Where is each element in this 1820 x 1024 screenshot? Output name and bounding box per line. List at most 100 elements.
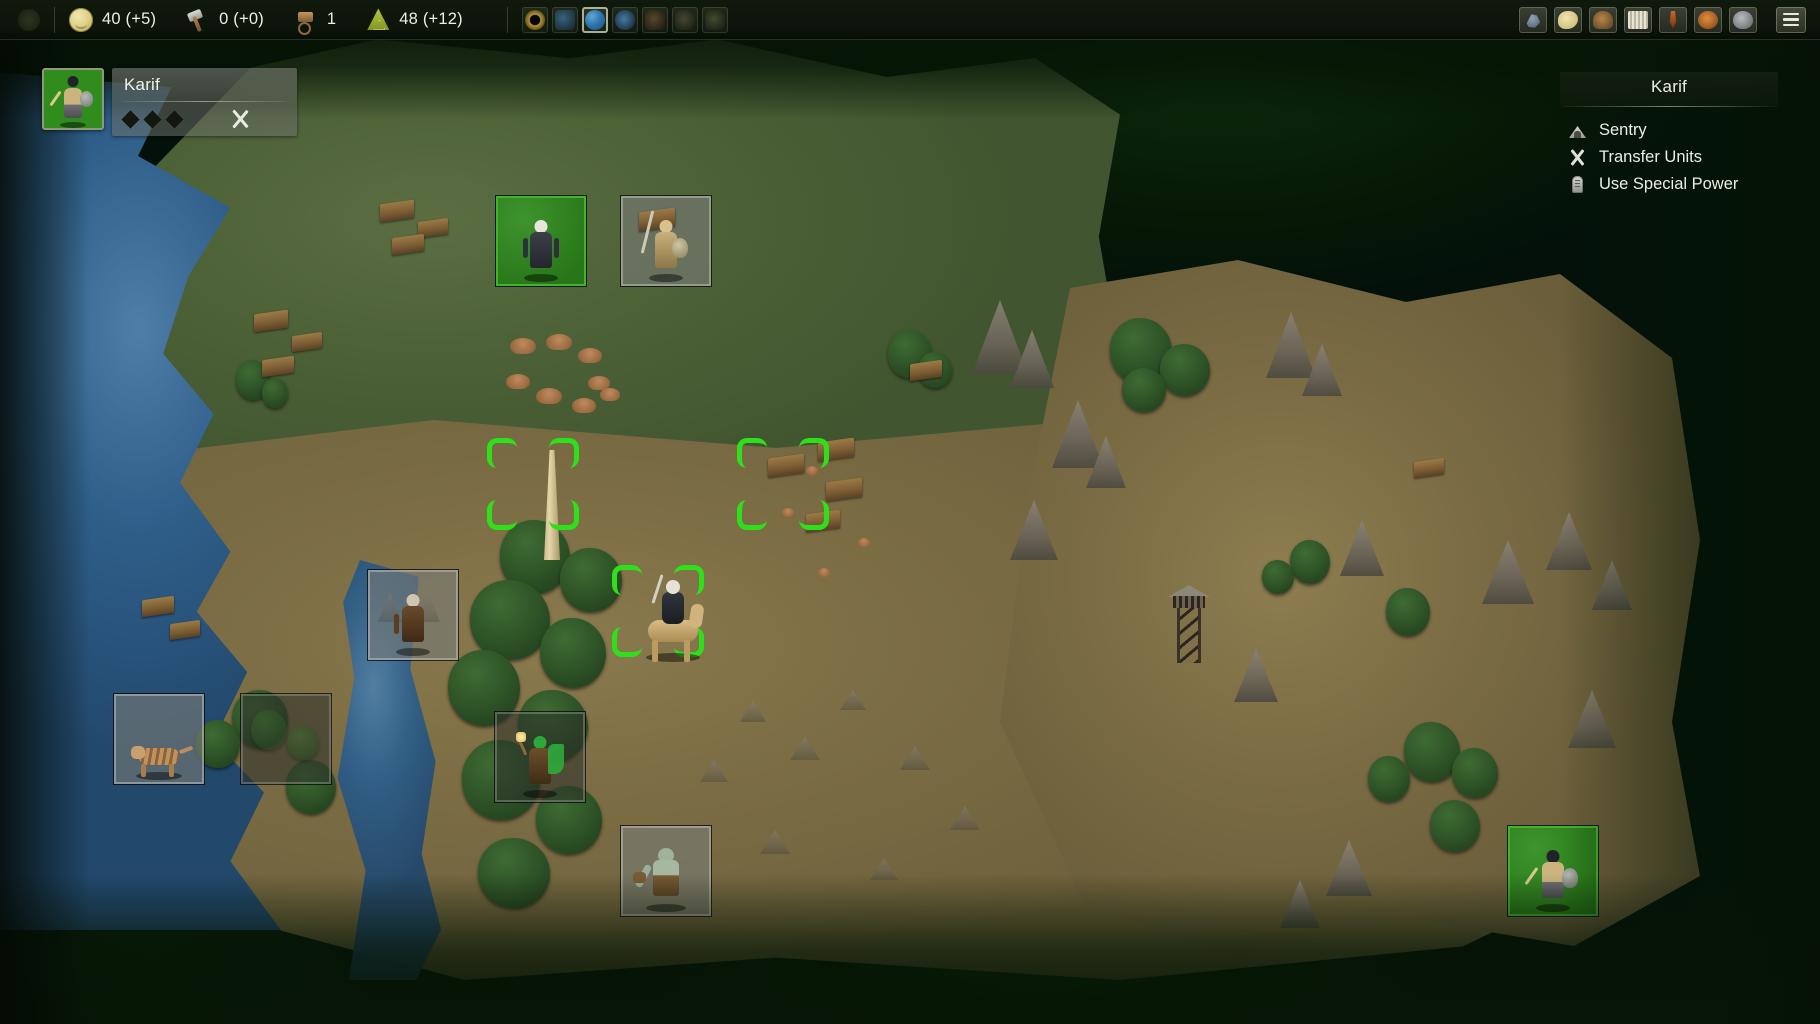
era-banner-icon <box>675 10 695 30</box>
tile-unit-tiger[interactable] <box>114 694 204 784</box>
resource-carts[interactable]: 1 <box>294 8 336 32</box>
tile-unit-spearman[interactable] <box>621 196 711 286</box>
mushroom <box>536 388 562 404</box>
resource-science[interactable]: 48 (+12) <box>366 8 463 32</box>
resource-production[interactable]: 0 (+0) <box>186 8 264 32</box>
sword-icon[interactable] <box>230 110 252 128</box>
unit-pip <box>165 110 183 128</box>
military-icon <box>1663 11 1683 29</box>
cities-button[interactable] <box>1589 7 1617 33</box>
divider <box>122 101 287 102</box>
cart-icon <box>294 8 318 32</box>
era-button-globe[interactable] <box>582 7 608 33</box>
mushroom <box>818 568 830 577</box>
unit-context-menu: Karif Sentry Transfer Units Use Special … <box>1560 72 1778 198</box>
tree <box>262 378 288 408</box>
context-item-sentry[interactable]: Sentry <box>1560 117 1778 144</box>
player-emblem-icon <box>18 9 40 31</box>
hammer-icon <box>186 8 210 32</box>
mushroom <box>782 508 794 517</box>
era-globe-icon <box>585 10 605 30</box>
era-scroll-icon <box>645 10 665 30</box>
tree <box>1290 540 1330 584</box>
unit-tiger[interactable] <box>131 738 187 778</box>
era-button-star[interactable] <box>612 7 638 33</box>
military-button[interactable] <box>1659 7 1687 33</box>
units-icon <box>1523 11 1543 29</box>
laws-button[interactable] <box>1624 7 1652 33</box>
unit-info-card: Karif <box>112 68 297 136</box>
context-item-transfer-units[interactable]: Transfer Units <box>1560 144 1778 171</box>
unit-pip <box>143 110 161 128</box>
menu-button[interactable] <box>1776 7 1806 33</box>
era-button-banner[interactable] <box>672 7 698 33</box>
menu-icon-line <box>1783 18 1799 21</box>
coin-icon <box>69 8 93 32</box>
fog-of-war-bottom <box>0 874 1820 1024</box>
tree <box>1430 800 1480 852</box>
era-button-laurel[interactable] <box>702 7 728 33</box>
tile-forest-empty[interactable] <box>241 694 331 784</box>
tile-unit-robed-scout[interactable] <box>496 196 586 286</box>
religion-button[interactable] <box>1694 7 1722 33</box>
era-laurel-icon <box>705 10 725 30</box>
tile-unit-torchbearer[interactable] <box>495 712 585 802</box>
tree <box>1368 756 1410 802</box>
mushroom <box>572 398 596 413</box>
watchtower[interactable] <box>1172 585 1206 663</box>
unit-spearman[interactable] <box>644 218 688 280</box>
science-icon <box>366 8 390 32</box>
game-screen: 40 (+5) 0 (+0) 1 48 (+12) <box>0 0 1820 1024</box>
tree <box>1386 588 1430 636</box>
diplomacy-icon <box>1733 11 1753 29</box>
unit-torchbearer[interactable] <box>518 734 562 796</box>
era-map-icon <box>555 10 575 30</box>
tree <box>1452 748 1498 798</box>
science-value: 48 (+12) <box>399 10 463 29</box>
era-button-ring[interactable] <box>522 7 548 33</box>
mushroom <box>600 388 620 401</box>
diplomacy-button[interactable] <box>1729 7 1757 33</box>
context-item-use-special-power[interactable]: Use Special Power <box>1560 171 1778 198</box>
unit-robed-figure[interactable] <box>519 218 563 280</box>
transfer-units-icon <box>1568 148 1587 167</box>
tree <box>540 618 606 688</box>
sentry-icon <box>1568 121 1587 140</box>
context-menu-title: Karif <box>1560 72 1778 106</box>
era-button-map[interactable] <box>552 7 578 33</box>
era-strip <box>522 7 728 33</box>
selected-unit-panel[interactable]: Karif <box>42 68 297 136</box>
karif-portrait-sprite <box>55 74 91 126</box>
era-ring-icon <box>525 10 545 30</box>
era-button-scroll[interactable] <box>642 7 668 33</box>
mushroom <box>806 466 818 475</box>
top-hud-tools <box>1519 7 1820 33</box>
unit-camel-rider[interactable] <box>632 570 718 666</box>
tree <box>1122 368 1166 412</box>
mushroom <box>546 334 572 350</box>
divider <box>1562 106 1776 107</box>
production-value: 0 (+0) <box>219 10 264 29</box>
divider <box>507 7 508 33</box>
divider <box>54 7 55 33</box>
special-power-icon <box>1568 175 1587 194</box>
resources-button[interactable] <box>1554 7 1582 33</box>
resource-gold[interactable]: 40 (+5) <box>69 8 156 32</box>
carts-value: 1 <box>327 10 336 29</box>
tree <box>1262 560 1294 594</box>
unit-robed-monk[interactable] <box>391 592 435 654</box>
tile-unit-monk-ruins[interactable] <box>368 570 458 660</box>
unit-portrait[interactable] <box>42 68 104 130</box>
mushroom <box>506 374 530 389</box>
era-star-icon <box>615 10 635 30</box>
fog-of-war-left <box>0 0 90 1024</box>
tree <box>560 548 622 612</box>
cities-icon <box>1593 11 1613 29</box>
context-item-label: Use Special Power <box>1599 175 1738 194</box>
units-button[interactable] <box>1519 7 1547 33</box>
game-map[interactable] <box>0 0 1820 1024</box>
menu-icon-line <box>1783 24 1799 27</box>
resources-icon <box>1558 11 1578 29</box>
context-item-label: Transfer Units <box>1599 148 1702 167</box>
watchtower-platform <box>1173 596 1205 608</box>
